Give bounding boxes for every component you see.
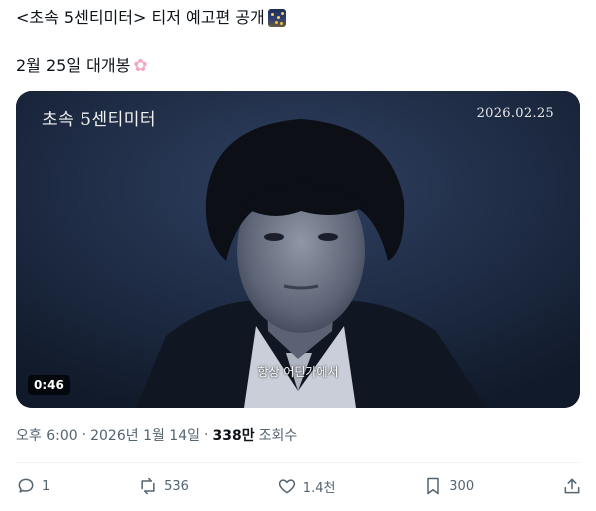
post-release-text: 2월 25일 대개봉 [16,56,131,75]
repost-count: 536 [164,478,189,494]
video-duration-badge: 0:46 [28,375,70,395]
divider [16,462,580,463]
bookmark-count: 300 [449,478,475,494]
like-button[interactable]: 1.4천 [277,476,336,496]
post-release-line: 2월 25일 대개봉 ✿ [16,54,576,78]
video-player[interactable]: 초속 5센티미터 2026.02.25 항상 어딘가에서 0:46 [16,91,580,408]
post-title-text: <초속 5센티미터> 티저 예고편 공개 [16,8,265,27]
post-text: <초속 5센티미터> 티저 예고편 공개 2월 25일 대개봉 ✿ [16,6,576,78]
night-city-emoji-icon [267,9,286,27]
video-subtitle: 항상 어딘가에서 [257,365,339,379]
post-time-link[interactable]: 오후 6:00 [16,425,78,445]
video-overlay-title: 초속 5센티미터 [42,110,157,130]
like-icon [277,476,297,496]
meta-separator: · [204,427,209,443]
repost-button[interactable]: 536 [138,476,189,496]
reply-icon [16,476,36,496]
views-count: 338만 [212,428,255,444]
meta-separator: · [81,427,87,443]
views-label: 조회수 [258,428,298,444]
reply-count: 1 [42,478,51,494]
cherry-blossom-emoji-icon: ✿ [133,56,148,76]
bookmark-icon [423,476,443,496]
video-overlay-date: 2026.02.25 [476,106,554,121]
action-bar: 1 536 1.4천 300 [16,474,582,498]
video-frame [16,91,580,408]
like-count: 1.4천 [302,480,336,496]
post-meta: 오후 6:00 · 2026년 1월 14일 · 338만 조회수 [16,425,297,445]
repost-icon [138,476,158,496]
bookmark-button[interactable]: 300 [423,476,474,496]
post-date-link[interactable]: 2026년 1월 14일 [90,425,200,445]
reply-button[interactable]: 1 [16,476,50,496]
share-icon [562,476,582,496]
share-button[interactable] [562,476,582,496]
post-title-line: <초속 5센티미터> 티저 예고편 공개 [16,6,576,30]
